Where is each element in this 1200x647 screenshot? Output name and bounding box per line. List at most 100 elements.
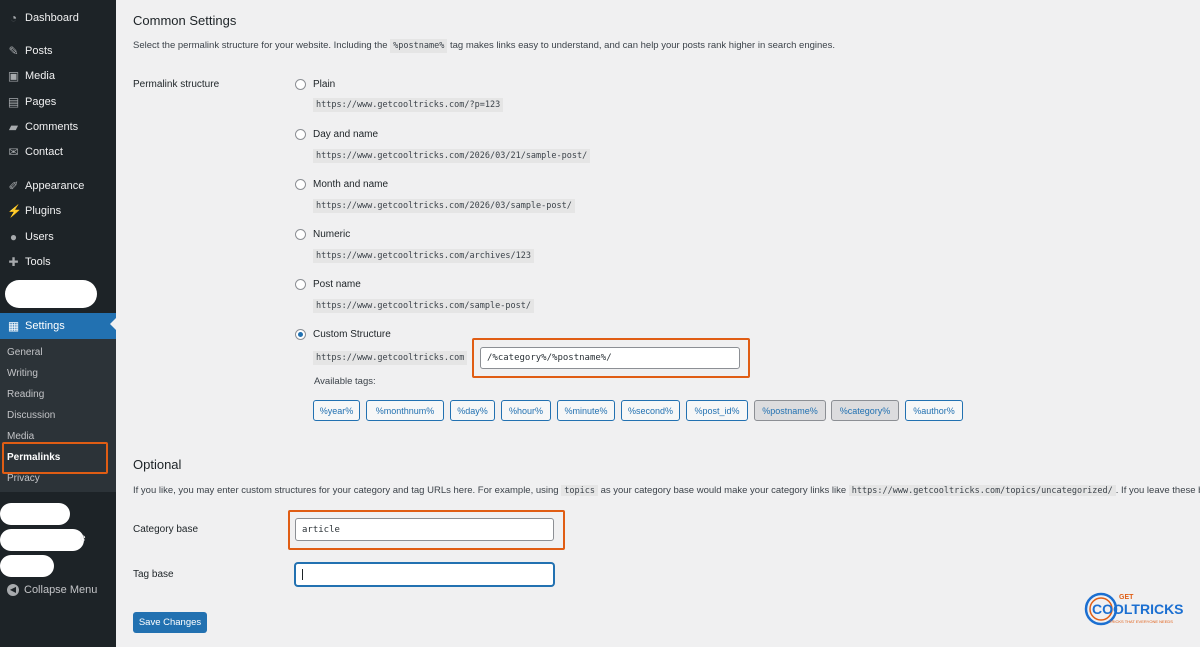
example-url: https://www.getcooltricks.com/?p=123 — [313, 98, 504, 112]
menu-label: Plugins — [25, 205, 62, 217]
tag-year-button[interactable]: %year% — [313, 400, 360, 421]
paintbrush-icon: ✐ — [8, 178, 19, 193]
menu-dashboard[interactable]: ◔ Dashboard — [0, 7, 116, 29]
optional-heading: Optional — [133, 457, 182, 472]
collapse-menu-button[interactable]: ◀ Collapse Menu — [0, 579, 116, 601]
redacted-menu-item — [0, 555, 54, 577]
desc-text: . If you leave these blank — [1115, 485, 1200, 496]
optional-description: If you like, you may enter custom struct… — [133, 485, 1200, 496]
radio-button-checked[interactable] — [295, 329, 306, 340]
common-settings-heading: Common Settings — [133, 13, 237, 28]
tag-category-button[interactable]: %category% — [831, 400, 899, 421]
tag-base-input[interactable] — [295, 563, 554, 586]
tag-day-button[interactable]: %day% — [450, 400, 495, 421]
desc-code: topics — [561, 485, 598, 496]
example-code: https://www.getcooltricks.com/2026/03/21… — [313, 149, 591, 163]
submenu-general[interactable]: General — [7, 347, 43, 358]
custom-prefix-code: https://www.getcooltricks.com — [313, 351, 468, 365]
desc-text: as your category base would make your ca… — [600, 485, 847, 496]
option-numeric[interactable]: Numeric — [295, 229, 350, 240]
tag-base-label: Tag base — [133, 569, 174, 580]
option-day-and-name[interactable]: Day and name — [295, 129, 378, 140]
menu-users[interactable]: ● Users — [0, 226, 116, 248]
option-label: Post name — [313, 279, 361, 290]
option-label: Custom Structure — [313, 329, 391, 340]
media-icon: ▣ — [7, 68, 20, 83]
common-settings-description: Select the permalink structure for your … — [133, 39, 835, 53]
permalink-structure-label: Permalink structure — [133, 79, 220, 90]
example-url: https://www.getcooltricks.com/2026/03/21… — [313, 149, 591, 163]
menu-appearance[interactable]: ✐ Appearance — [0, 175, 116, 197]
logo-top-text: GET — [1119, 594, 1134, 601]
menu-label: Posts — [25, 45, 53, 57]
logo-tagline: TRICKS THAT EVERYONE NEEDS — [1109, 619, 1173, 624]
menu-tools[interactable]: ✚ Tools — [0, 251, 116, 273]
radio-button[interactable] — [295, 279, 306, 290]
menu-label: Dashboard — [25, 12, 79, 24]
submenu-writing[interactable]: Writing — [7, 368, 38, 379]
menu-label: Comments — [25, 121, 79, 133]
menu-label: Appearance — [25, 180, 85, 192]
submenu-reading[interactable]: Reading — [7, 389, 44, 400]
option-post-name[interactable]: Post name — [295, 279, 361, 290]
option-month-and-name[interactable]: Month and name — [295, 179, 388, 190]
tag-postname-button[interactable]: %postname% — [754, 400, 826, 421]
menu-contact[interactable]: ✉ Contact — [0, 141, 116, 163]
pushpin-icon: ✎ — [8, 43, 19, 58]
radio-button[interactable] — [295, 129, 306, 140]
menu-settings[interactable]: ▦ Settings — [0, 313, 116, 339]
redacted-menu-item — [0, 529, 84, 551]
radio-button[interactable] — [295, 229, 306, 240]
plugin-icon: ⚡ — [7, 203, 22, 218]
option-label: Day and name — [313, 129, 379, 140]
example-code: https://www.getcooltricks.com/archives/1… — [313, 249, 534, 263]
tag-hour-button[interactable]: %hour% — [501, 400, 551, 421]
dashboard-icon: ◔ — [9, 10, 18, 25]
custom-structure-input[interactable]: /%category%/%postname%/ — [480, 347, 740, 369]
menu-label: Settings — [25, 320, 65, 332]
menu-pages[interactable]: ▤ Pages — [0, 91, 116, 113]
available-tags-label: Available tags: — [314, 376, 376, 387]
example-code: https://www.getcooltricks.com/2026/03/sa… — [313, 199, 575, 213]
collapse-label: Collapse Menu — [24, 584, 98, 596]
radio-button[interactable] — [295, 179, 306, 190]
tag-post-id-button[interactable]: %post_id% — [686, 400, 748, 421]
submenu-privacy[interactable]: Privacy — [7, 473, 40, 484]
menu-label: Users — [25, 231, 54, 243]
example-url: https://www.getcooltricks.com/2026/03/sa… — [313, 199, 575, 213]
tag-minute-button[interactable]: %minute% — [557, 400, 615, 421]
category-base-label: Category base — [133, 524, 199, 535]
tag-second-button[interactable]: %second% — [621, 400, 680, 421]
menu-comments[interactable]: ▰ Comments — [0, 116, 116, 138]
menu-plugins[interactable]: ⚡ Plugins — [0, 200, 116, 222]
tag-monthnum-button[interactable]: %monthnum% — [366, 400, 444, 421]
tag-author-button[interactable]: %author% — [905, 400, 963, 421]
getcooltricks-logo: GET COOLTRICKS TRICKS THAT EVERYONE NEED… — [1084, 590, 1184, 628]
desc-text: If you like, you may enter custom struct… — [133, 485, 559, 496]
logo-svg: GET COOLTRICKS TRICKS THAT EVERYONE NEED… — [1084, 592, 1184, 626]
radio-button[interactable] — [295, 79, 306, 90]
menu-media[interactable]: ▣ Media — [0, 65, 116, 87]
option-custom-structure[interactable]: Custom Structure — [295, 329, 391, 340]
submenu-media[interactable]: Media — [7, 431, 34, 442]
save-changes-button[interactable]: Save Changes — [133, 612, 207, 633]
example-url: https://www.getcooltricks.com/archives/1… — [313, 249, 534, 263]
permalinks-highlight-box — [2, 442, 108, 474]
example-code: https://www.getcooltricks.com/sample-pos… — [313, 299, 534, 313]
users-icon: ● — [9, 229, 18, 244]
menu-label: Pages — [25, 96, 57, 108]
menu-label: Tools — [25, 256, 51, 268]
menu-posts[interactable]: ✎ Posts — [0, 40, 116, 62]
redacted-menu-item — [0, 503, 70, 525]
pages-icon: ▤ — [7, 94, 20, 109]
option-plain[interactable]: Plain — [295, 79, 335, 90]
settings-icon: ▦ — [7, 318, 20, 333]
admin-sidebar: ◔ Dashboard ✎ Posts ▣ Media ▤ Pages ▰ Comment… — [0, 0, 116, 647]
submenu-discussion[interactable]: Discussion — [7, 410, 55, 421]
wrench-icon: ✚ — [8, 254, 19, 269]
option-label: Numeric — [313, 229, 351, 240]
category-base-input[interactable]: article — [295, 518, 554, 541]
collapse-arrow-icon: ◀ — [7, 584, 19, 596]
partial-menu-label: e — [80, 533, 86, 544]
desc-text: tag makes links easy to understand, and … — [449, 40, 835, 51]
